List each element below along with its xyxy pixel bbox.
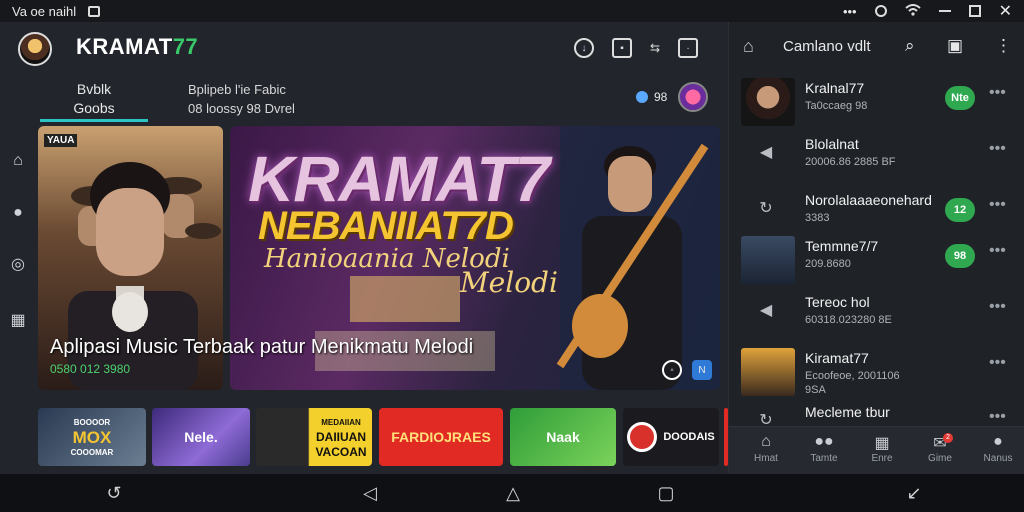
tab-profile[interactable]: ● Nanus	[973, 433, 1023, 464]
app-logo[interactable]	[18, 32, 52, 66]
tab-label-line1: Bvblk	[76, 81, 112, 97]
tab-active[interactable]: Bvblk Goobs	[40, 78, 148, 122]
library-rail-icon[interactable]: ▦	[8, 310, 28, 330]
next-icon[interactable]: N	[692, 360, 712, 380]
notification-icon	[88, 5, 101, 17]
back-icon[interactable]: ◁	[360, 483, 380, 503]
search-icon[interactable]: ⌕	[905, 36, 915, 56]
more-icon[interactable]: •••	[989, 140, 1006, 158]
banner-caption-sub: 0580 012 3980	[50, 362, 131, 376]
maximize-icon[interactable]	[968, 5, 981, 17]
bag-icon[interactable]: ▣	[947, 36, 963, 56]
minimize-icon[interactable]	[938, 10, 951, 12]
count-badge: 12	[945, 198, 975, 222]
play-pause-icon[interactable]: ◦	[662, 360, 682, 380]
download-icon[interactable]: ↓	[574, 38, 594, 58]
wifi-icon	[904, 3, 921, 19]
more-icon[interactable]: •••	[989, 298, 1006, 316]
collapse-icon[interactable]: ↙	[904, 483, 924, 503]
profile-avatar[interactable]	[678, 82, 708, 112]
tab-underline	[40, 119, 148, 122]
more-icon[interactable]: •••	[989, 242, 1006, 260]
chat-item[interactable]: ◀ Blolalnat 20006.86 2885 BF •••	[729, 130, 1024, 182]
user-rail-icon[interactable]: ●	[8, 204, 28, 224]
home-icon: ⌂	[761, 433, 771, 450]
status-badge: Nte	[945, 86, 975, 110]
recents-icon[interactable]: ▢	[656, 483, 676, 503]
count-badge: 98	[945, 244, 975, 268]
more-icon[interactable]: •••	[989, 84, 1006, 102]
overflow-dots: •••	[842, 3, 857, 19]
grid-icon: ▦	[874, 435, 890, 452]
chat-item[interactable]: ◀ Tereoc hol 60318.023280 8E •••	[729, 288, 1024, 340]
lock-icon[interactable]: ▪	[612, 38, 632, 58]
more-icon[interactable]: •••	[989, 354, 1006, 372]
disc-icon	[627, 422, 658, 452]
tab-library[interactable]: ▦ Enre	[857, 433, 907, 464]
more-icon[interactable]: •••	[989, 196, 1006, 214]
chat-panel-title: Camlano vdlt	[783, 38, 871, 55]
profile-icon: ●	[993, 433, 1003, 450]
chat-panel-header: ⌂ Camlano vdlt ⌕ ▣ ⋮	[729, 22, 1024, 72]
chat-item[interactable]: Kiramat77 Ecoofeoe, 2001106 9SA •••	[729, 344, 1024, 396]
chat-icon: ✉	[933, 435, 947, 452]
close-icon[interactable]: ✕	[999, 1, 1012, 21]
avatar	[741, 78, 795, 126]
app-actions: ↓ ▪ ⇆ ·	[574, 38, 699, 58]
thumb-1[interactable]: BOOOOR MOX COOOMAR	[38, 408, 146, 466]
arrow-left-icon: ◀	[759, 302, 773, 319]
tab-label-line2: Goobs	[73, 100, 115, 116]
chat-item[interactable]: Temmne7/7 209.8680 98 •••	[729, 232, 1024, 284]
banner-script-2: Melodi	[460, 266, 558, 299]
home-rail-icon[interactable]: ⌂	[8, 152, 28, 172]
avatar	[741, 236, 795, 284]
status-text: Va oe naihl	[12, 3, 77, 19]
thumb-4[interactable]: FARDIOJRAES	[379, 408, 503, 466]
avatar	[741, 348, 795, 396]
thumb-3[interactable]: MEDAIIAN DAIIUAN VACOAN	[256, 408, 372, 466]
signal-icon	[874, 5, 887, 17]
chat-item[interactable]: Kralnal77 Ta0ccaeg 98 Nte •••	[729, 74, 1024, 126]
refresh-icon: ↻	[759, 412, 773, 426]
home-icon[interactable]: ⌂	[743, 36, 754, 57]
tab-row: Bvblk Goobs Bplipeb l'ie Fabic 08 loossy…	[40, 78, 700, 122]
users-icon: ●●	[814, 433, 834, 450]
bottom-tab-bar: ⌂ Hmat ●● Tamte ▦ Enre ✉ 2 Gime ● Nanus	[729, 426, 1024, 474]
banner-subtitle: NEBANIIAT7D	[258, 204, 514, 248]
thumb-5[interactable]: Naak	[510, 408, 616, 466]
tab-home[interactable]: ⌂ Hmat	[741, 433, 791, 464]
tab-friends[interactable]: ●● Tamte	[799, 433, 849, 464]
tab-messages[interactable]: ✉ 2 Gime	[915, 433, 965, 464]
brand-title: KRAMAT77	[76, 34, 199, 59]
notification-badge: 2	[943, 433, 953, 443]
search-rail-icon[interactable]: ◎	[8, 254, 28, 274]
more-icon[interactable]: •••	[989, 408, 1006, 426]
home-button-icon[interactable]: △	[503, 483, 523, 503]
cast-icon[interactable]: ·	[678, 38, 699, 58]
tab-stat: 98	[636, 90, 667, 104]
chat-panel: ⌂ Camlano vdlt ⌕ ▣ ⋮ Kralnal77 Ta0ccaeg …	[728, 22, 1024, 474]
main-pane: KRAMAT77 ↓ ▪ ⇆ · Bvblk Goobs Bplipeb l'i…	[0, 22, 728, 474]
arrow-left-icon: ◀	[759, 144, 773, 161]
system-nav-bar: ↺ ◁ △ ▢ ↙	[0, 474, 1024, 512]
tab-secondary[interactable]: Bplipeb l'ie Fabic 08 loossy 98 Dvrel	[188, 80, 295, 118]
thumb-2[interactable]: Nele.	[152, 408, 250, 466]
share-icon[interactable]: ⇆	[650, 38, 660, 58]
thumb-6[interactable]: DOODAIS	[623, 408, 719, 466]
more-vertical-icon[interactable]: ⋮	[995, 36, 1012, 56]
status-bar: Va oe naihl ••• ✕	[0, 0, 1024, 22]
stat-dot-icon	[636, 91, 648, 103]
chat-item[interactable]: ↻ Norolalaaaeonehard 3383 12 •••	[729, 186, 1024, 238]
banner-caption: Aplipasi Music Terbaak patur Menikmatu M…	[50, 336, 474, 358]
back-arrow-icon[interactable]: ↺	[104, 483, 124, 503]
chat-item[interactable]: ↻ Mecleme tbur •••	[729, 398, 1024, 426]
refresh-icon: ↻	[759, 200, 773, 217]
